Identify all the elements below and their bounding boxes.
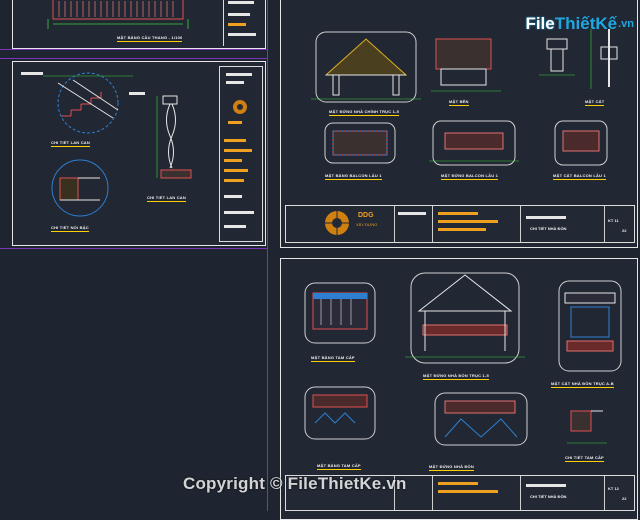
copyright-watermark: Copyright © FileThietKe.vn	[183, 474, 407, 493]
caption-view-10: MẶT BẰNG TAM CẤP	[317, 463, 361, 468]
sheet-top-right[interactable]: MẶT ĐỨNG NHÀ CHÍNH TRỤC 1-5 MẶT BÊN MẶT …	[280, 0, 638, 248]
annotation	[21, 72, 43, 75]
caption-view-9: MẶT CẮT NHÀ ĐÒN TRỤC A-B	[551, 381, 614, 386]
caption-railing-elevation: CHI TIẾT LAN CAN	[147, 195, 186, 200]
step-joint-detail-drawing	[51, 159, 109, 217]
steps-elevation-drawing	[304, 386, 376, 440]
sheet-total: 22	[622, 496, 627, 501]
front-elevation-drawing	[434, 392, 528, 446]
sheet-number: KT 12	[608, 486, 619, 491]
viewport-divider	[267, 0, 268, 511]
caption-view-8: MẶT ĐỨNG NHÀ ĐÒN TRỤC 1-5	[423, 373, 489, 378]
stair-plan-drawing	[47, 0, 189, 29]
caption-view-2: MẶT BÊN	[449, 99, 469, 104]
title-block: DDG XÂY DỰNG CHI TIẾT NHÀ ĐÒN KT 11 22	[285, 205, 635, 243]
company-logo-icon	[233, 100, 247, 114]
caption-view-7: MẶT BẰNG TAM CẤP	[311, 355, 355, 360]
end-section-drawing	[558, 280, 622, 372]
title-block-vertical	[219, 66, 263, 242]
watermark-logo: File ThiếtKế .vn	[525, 14, 634, 34]
company-sub: XÂY DỰNG	[356, 222, 378, 227]
sheet-mid-left[interactable]: CHI TIẾT LAN CAN CHI TIẾT NỐI BẬC CHI TI…	[12, 61, 266, 246]
logo-domain-text: .vn	[618, 18, 634, 30]
side-elevation-drawing	[431, 38, 501, 92]
railing-detail-drawing	[43, 72, 133, 134]
gable-elevation-drawing	[405, 272, 525, 364]
caption-view-12: CHI TIẾT TAM CẤP	[565, 455, 604, 460]
sheet-total: 22	[622, 228, 627, 233]
caption-view-4: MẶT BẰNG BALCON LẦU 1	[325, 173, 382, 178]
drawing-title: CHI TIẾT NHÀ ĐÒN	[530, 226, 567, 231]
section-drawing	[539, 38, 575, 76]
caption-view-1: MẶT ĐỨNG NHÀ CHÍNH TRỤC 1-5	[329, 109, 400, 114]
caption-view-5: MẶT ĐỨNG BALCON LẦU 1	[441, 173, 499, 178]
company-name: DDG	[358, 212, 374, 219]
viewport-divider	[0, 248, 268, 249]
logo-file-text: File	[525, 14, 555, 33]
caption-view-3: MẶT CẮT	[585, 99, 605, 104]
viewport-divider	[0, 49, 268, 50]
caption-view-6: MẶT CẮT BALCON LẦU 1	[553, 173, 606, 178]
column-detail-drawing	[590, 29, 618, 89]
house-elevation-drawing	[311, 31, 421, 103]
baluster-elevation-drawing	[156, 95, 192, 179]
logo-brand-text: ThiếtKế	[554, 14, 618, 33]
company-logo-icon	[325, 211, 349, 235]
viewport-divider	[0, 58, 268, 59]
caption-stair-plan: MẶT BẰNG CẦU THANG - 1/100	[117, 35, 183, 40]
caption-railing-detail: CHI TIẾT LAN CAN	[51, 140, 90, 145]
caption-step-joint-detail: CHI TIẾT NỐI BẬC	[51, 225, 89, 230]
balcony-elevation-drawing	[429, 120, 519, 166]
balcony-plan-drawing	[324, 122, 396, 164]
annotation	[129, 92, 145, 95]
drawing-title: CHI TIẾT NHÀ ĐÒN	[530, 494, 567, 499]
sheet-top-left[interactable]: MẶT BẰNG CẦU THANG - 1/100	[12, 0, 266, 49]
sheet-number: KT 11	[608, 218, 619, 223]
caption-view-11: MẶT ĐỨNG NHÀ ĐÒN	[429, 464, 474, 469]
steps-plan-drawing	[304, 282, 376, 344]
step-detail-drawing	[567, 410, 607, 444]
balcony-section-drawing	[554, 120, 608, 166]
title-block-strip	[223, 0, 264, 46]
